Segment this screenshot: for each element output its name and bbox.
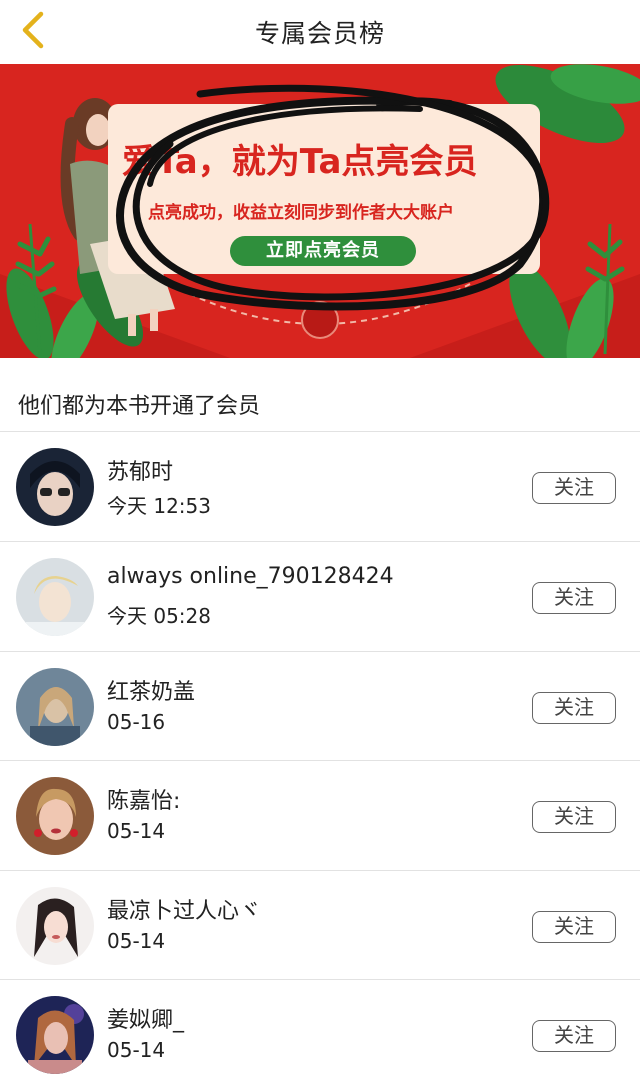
member-name: 苏郁时 bbox=[107, 460, 174, 485]
avatar[interactable] bbox=[16, 887, 94, 965]
follow-button[interactable]: 关注 bbox=[532, 1020, 616, 1052]
member-name: 红茶奶盖 bbox=[107, 680, 196, 705]
avatar-image bbox=[16, 668, 94, 746]
member-time: 05-14 bbox=[107, 819, 166, 843]
avatar-image bbox=[16, 558, 94, 636]
member-time: 05-14 bbox=[107, 929, 166, 953]
member-time: 今天 12:53 bbox=[107, 494, 211, 518]
follow-button[interactable]: 关注 bbox=[532, 692, 616, 724]
member-time: 05-14 bbox=[107, 1038, 166, 1062]
avatar[interactable] bbox=[16, 996, 94, 1074]
member-name: 陈嘉怡: bbox=[107, 789, 181, 814]
follow-button[interactable]: 关注 bbox=[532, 472, 616, 504]
avatar[interactable] bbox=[16, 558, 94, 636]
avatar-image bbox=[16, 777, 94, 855]
member-row[interactable]: 苏郁时 今天 12:53 关注 bbox=[0, 432, 640, 541]
avatar[interactable] bbox=[16, 777, 94, 855]
follow-button[interactable]: 关注 bbox=[532, 911, 616, 943]
avatar[interactable] bbox=[16, 668, 94, 746]
avatar-image bbox=[16, 448, 94, 526]
member-name: 姜姒卿_ bbox=[107, 1008, 185, 1033]
member-row[interactable]: 陈嘉怡: 05-14 关注 bbox=[0, 761, 640, 870]
member-name: always online_790128424 bbox=[107, 564, 394, 589]
avatar[interactable] bbox=[16, 448, 94, 526]
member-row[interactable]: 最凉卜过人心ヾ 05-14 关注 bbox=[0, 871, 640, 980]
nav-header: 专属会员榜 bbox=[0, 0, 640, 64]
member-row[interactable]: 姜姒卿_ 05-14 关注 bbox=[0, 980, 640, 1088]
member-row[interactable]: 红茶奶盖 05-16 关注 bbox=[0, 652, 640, 761]
member-ranking-page: 专属会员榜 爱Ta，就为Ta点亮会员 点亮成功，收益立刻同步到作者大大账户 立即… bbox=[0, 0, 640, 1088]
light-up-membership-button[interactable]: 立即点亮会员 bbox=[230, 236, 416, 266]
member-time: 今天 05:28 bbox=[107, 604, 211, 628]
page-title: 专属会员榜 bbox=[254, 19, 385, 48]
member-time: 05-16 bbox=[107, 710, 166, 734]
banner-headline: 爱Ta，就为Ta点亮会员 bbox=[122, 142, 478, 182]
promo-banner[interactable]: 爱Ta，就为Ta点亮会员 点亮成功，收益立刻同步到作者大大账户 立即点亮会员 bbox=[0, 64, 640, 358]
avatar-image bbox=[16, 887, 94, 965]
member-name: 最凉卜过人心ヾ bbox=[107, 899, 262, 924]
follow-button[interactable]: 关注 bbox=[532, 582, 616, 614]
banner-subline: 点亮成功，收益立刻同步到作者大大账户 bbox=[148, 203, 454, 223]
member-row[interactable]: always online_790128424 今天 05:28 关注 bbox=[0, 542, 640, 651]
members-section-title: 他们都为本书开通了会员 bbox=[18, 394, 261, 419]
avatar-image bbox=[16, 996, 94, 1074]
follow-button[interactable]: 关注 bbox=[532, 801, 616, 833]
